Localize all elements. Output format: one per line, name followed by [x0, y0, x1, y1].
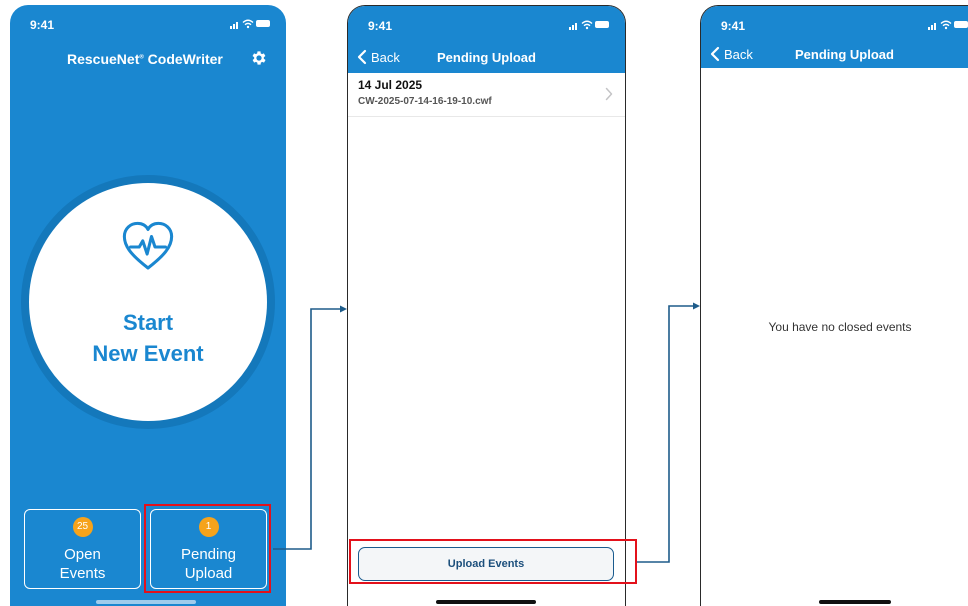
- pending-upload-screen: 9:41 Back Pending Upload 14 Jul 2025 CW-…: [347, 5, 626, 606]
- gear-icon[interactable]: [250, 49, 268, 67]
- signal-icon: [928, 27, 930, 30]
- stage: 9:41 RescueNet® CodeWriter Start New Eve…: [0, 0, 968, 606]
- battery-icon: [595, 21, 609, 28]
- battery-icon: [954, 21, 968, 28]
- status-time: 9:41: [368, 19, 393, 33]
- status-icons: [569, 20, 609, 30]
- signal-bar: [572, 25, 574, 30]
- home-indicator: [96, 600, 196, 604]
- start-label-line2: New Event: [92, 341, 204, 366]
- connector-arrowhead-2: [693, 302, 700, 310]
- signal-bar: [934, 23, 936, 30]
- heart-ecg-icon: [122, 221, 174, 270]
- page-title: Pending Upload: [795, 47, 894, 62]
- list-item[interactable]: 14 Jul 2025 CW-2025-07-14-16-19-10.cwf: [348, 73, 625, 117]
- signal-bar: [236, 22, 238, 29]
- empty-state-message: You have no closed events: [768, 320, 912, 334]
- brand-suffix: CodeWriter: [143, 51, 223, 67]
- open-events-badge: 25: [72, 517, 93, 537]
- connector-arrow-2: [637, 305, 694, 563]
- app-brand: RescueNet® CodeWriter: [67, 51, 223, 67]
- empty-pending-screen: 9:41 Back Pending Upload You have no clo…: [700, 5, 968, 606]
- page-title: Pending Upload: [437, 50, 536, 65]
- battery-icon: [256, 20, 270, 27]
- nav-bar: 9:41 Back Pending Upload: [701, 6, 968, 68]
- wifi-icon: [242, 19, 254, 29]
- wifi-icon: [940, 20, 952, 30]
- event-date: 14 Jul 2025: [358, 78, 423, 92]
- status-icons: [928, 20, 968, 30]
- open-events-line2: Events: [59, 565, 106, 582]
- wifi-icon: [581, 20, 593, 30]
- pending-upload-highlight: [144, 504, 271, 593]
- nav-bar: 9:41 Back Pending Upload: [348, 6, 625, 73]
- signal-bar: [575, 23, 577, 30]
- chevron-right-icon: [605, 87, 613, 101]
- open-events-button[interactable]: 25 Open Events: [24, 509, 141, 589]
- home-indicator: [819, 600, 891, 604]
- brand-name: RescueNet: [67, 51, 140, 67]
- upload-events-highlight: [349, 539, 637, 584]
- start-label-line1: Start: [122, 310, 174, 335]
- signal-bar: [931, 25, 933, 30]
- status-icons: [230, 19, 270, 29]
- status-bar: 9:41: [10, 5, 286, 41]
- start-new-event-label: Start New Event: [29, 307, 267, 369]
- signal-bar: [233, 24, 235, 29]
- status-time: 9:41: [30, 18, 55, 32]
- status-bar: 9:41: [701, 6, 968, 42]
- status-bar: 9:41: [348, 6, 625, 42]
- signal-icon: [230, 26, 232, 29]
- signal-icon: [569, 27, 571, 30]
- event-file: CW-2025-07-14-16-19-10.cwf: [358, 96, 492, 107]
- back-label: Back: [724, 47, 753, 62]
- back-chevron-icon: [710, 46, 720, 62]
- open-events-label: Open Events: [25, 545, 140, 583]
- start-new-event-button[interactable]: Start New Event: [29, 183, 267, 421]
- home-indicator: [436, 600, 536, 604]
- status-time: 9:41: [721, 19, 746, 33]
- connector-arrowhead-1: [340, 305, 347, 313]
- open-events-line1: Open: [64, 546, 101, 563]
